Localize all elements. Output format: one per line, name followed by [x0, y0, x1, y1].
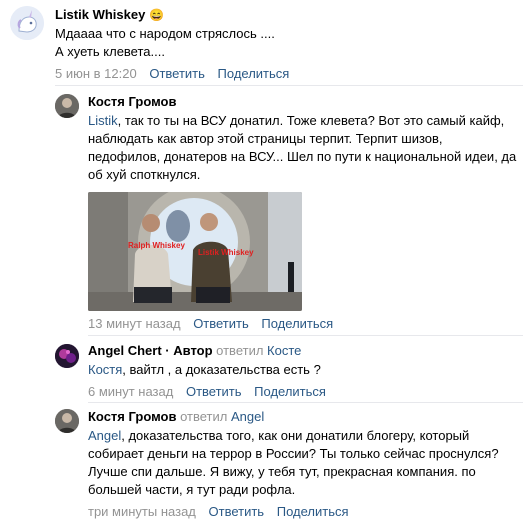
mention-link[interactable]: Костя: [88, 362, 122, 377]
divider: [55, 85, 523, 86]
comment-line: А хуеть клевета....: [55, 44, 165, 59]
comment-author[interactable]: Костя Громов: [88, 409, 176, 424]
comment-meta: 13 минут назад Ответить Поделиться: [88, 316, 518, 331]
comment-date[interactable]: 5 июн в 12:20: [55, 66, 137, 81]
comment-meta: 6 минут назад Ответить Поделиться: [88, 384, 518, 399]
comment-date[interactable]: 13 минут назад: [88, 316, 181, 331]
user-photo-icon: [55, 409, 79, 433]
photo-image: [88, 192, 302, 311]
reply-link[interactable]: Ответить: [149, 66, 205, 81]
share-link[interactable]: Поделиться: [261, 316, 333, 331]
comment-meta: три минуты назад Ответить Поделиться: [88, 504, 518, 519]
photo-watermark: Ralph Whiskey: [128, 241, 185, 250]
avatar[interactable]: [55, 409, 79, 433]
share-link[interactable]: Поделиться: [277, 504, 349, 519]
unicorn-avatar-icon: [10, 6, 44, 40]
replied-label: ответил: [180, 409, 228, 424]
comment-text: Angel, доказательства того, как они дона…: [88, 427, 518, 499]
reply-link[interactable]: Ответить: [209, 504, 265, 519]
comment-body: , вайтл , а доказательства есть ?: [122, 362, 321, 377]
reply-link[interactable]: Ответить: [193, 316, 249, 331]
comment-text: Listik, так то ты на ВСУ донатил. Тоже к…: [88, 112, 518, 184]
comment-date[interactable]: три минуты назад: [88, 504, 196, 519]
author-badge: · Автор: [165, 343, 213, 358]
comment-line: Мдаааа что с народом стряслось ....: [55, 26, 275, 41]
comment-author[interactable]: Angel Chert: [88, 343, 162, 358]
comment-author[interactable]: Костя Громов: [88, 94, 518, 109]
comment-text: Костя, вайтл , а доказательства есть ?: [88, 361, 518, 379]
reply-link[interactable]: Ответить: [186, 384, 242, 399]
share-link[interactable]: Поделиться: [254, 384, 326, 399]
attached-photo[interactable]: Ralph Whiskey Listik Whiskey: [88, 192, 302, 311]
comment-body: , так то ты на ВСУ донатил. Тоже клевета…: [88, 113, 517, 182]
comment-text: Мдаааа что с народом стряслось .... А ху…: [55, 25, 520, 61]
comment-date[interactable]: 6 минут назад: [88, 384, 173, 399]
avatar[interactable]: [10, 6, 44, 40]
replied-label: ответил: [216, 343, 264, 358]
mention-link[interactable]: Angel: [88, 428, 121, 443]
comment-meta: 5 июн в 12:20 Ответить Поделиться: [55, 66, 520, 81]
comment-author[interactable]: Listik Whiskey: [55, 7, 145, 22]
laughing-emoji-icon: 😄: [148, 8, 164, 22]
avatar[interactable]: [55, 344, 79, 368]
user-photo-icon: [55, 344, 79, 368]
avatar[interactable]: [55, 94, 79, 118]
mention-link[interactable]: Listik: [88, 113, 118, 128]
user-photo-icon: [55, 94, 79, 118]
share-link[interactable]: Поделиться: [218, 66, 290, 81]
replied-to-link[interactable]: Косте: [267, 343, 301, 358]
comment-body: , доказательства того, как они донатили …: [88, 428, 499, 497]
divider: [88, 402, 523, 403]
replied-to-link[interactable]: Angel: [231, 409, 264, 424]
divider: [88, 335, 523, 336]
photo-watermark: Listik Whiskey: [198, 248, 254, 257]
